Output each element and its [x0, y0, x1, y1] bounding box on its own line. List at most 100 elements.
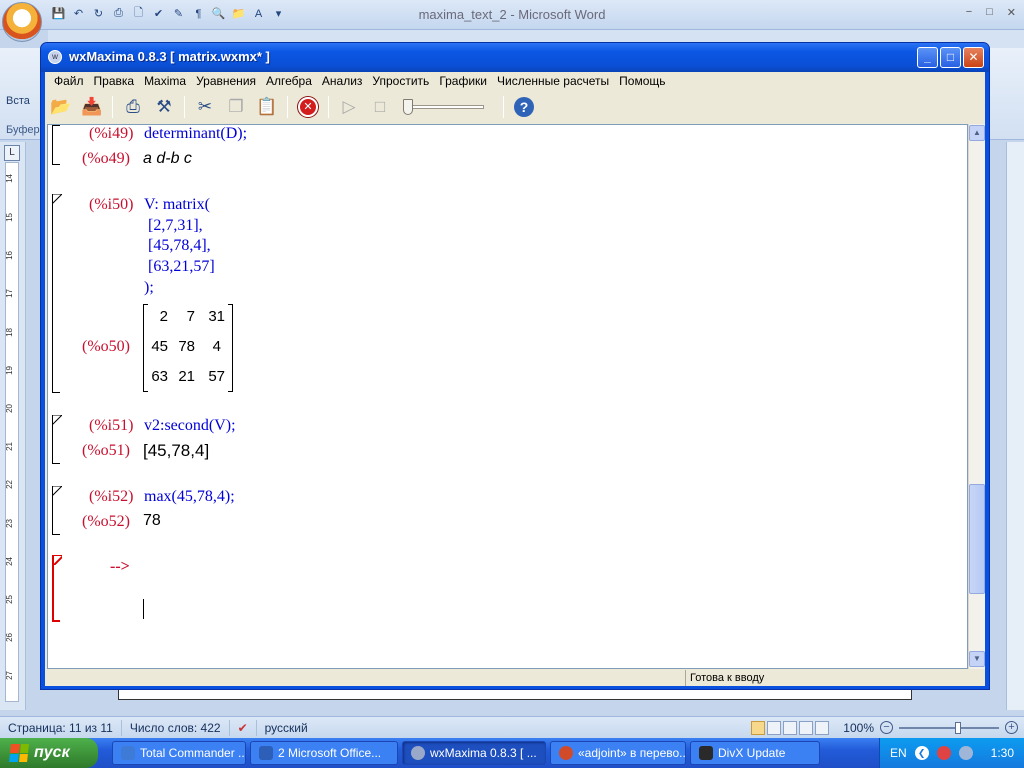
input-expression[interactable]: max(45,78,4);: [144, 488, 235, 506]
office-button[interactable]: [2, 2, 42, 42]
status-page[interactable]: Страница: 11 из 11: [0, 719, 122, 736]
zoom-slider[interactable]: [899, 721, 999, 734]
zoom-in-icon[interactable]: +: [1005, 721, 1018, 734]
menu-bar: Файл Правка Maxima Уравнения Алгебра Ана…: [45, 72, 985, 90]
animation-slider[interactable]: [403, 99, 484, 115]
save-icon[interactable]: 📥: [79, 94, 105, 120]
matrix-cell: 31: [208, 308, 225, 325]
menu-file[interactable]: Файл: [49, 72, 89, 90]
maximize-button[interactable]: □: [940, 47, 961, 68]
matrix-bracket-right: [228, 304, 233, 392]
wxmaxima-title-bar[interactable]: w wxMaxima 0.8.3 [ matrix.wxmx* ] _ □ ✕: [41, 43, 989, 72]
stop-icon[interactable]: □: [367, 94, 393, 120]
menu-equations[interactable]: Уравнения: [191, 72, 261, 90]
input-label: (%i50): [89, 196, 134, 213]
menu-numeric[interactable]: Численные расчеты: [492, 72, 614, 90]
restore-icon[interactable]: □: [986, 6, 993, 19]
worksheet-scrollbar[interactable]: ▲ ▼: [968, 124, 985, 669]
print-layout-icon[interactable]: [751, 720, 766, 735]
copy-icon[interactable]: ❐: [223, 94, 249, 120]
close-icon[interactable]: ✕: [1007, 6, 1016, 19]
ruler-number: 27: [5, 671, 14, 680]
wxmaxima-app-icon[interactable]: w: [48, 50, 62, 64]
scroll-up-button[interactable]: ▲: [969, 125, 985, 141]
menu-maxima[interactable]: Maxima: [139, 72, 191, 90]
tray-arrow-icon[interactable]: ❮: [914, 746, 929, 760]
full-screen-icon[interactable]: [767, 720, 782, 735]
status-language[interactable]: русский: [257, 720, 316, 736]
scrollbar-thumb[interactable]: [969, 484, 985, 594]
word-icon: [259, 746, 273, 760]
ruler-number: 24: [5, 557, 14, 566]
tray-language[interactable]: EN: [890, 746, 907, 760]
zoom-out-icon[interactable]: −: [880, 721, 893, 734]
ruler-number: 20: [5, 404, 14, 413]
input-line[interactable]: );: [144, 279, 154, 297]
help-icon[interactable]: ?: [511, 94, 537, 120]
ruler-number: 21: [5, 442, 14, 451]
minimize-icon[interactable]: −: [966, 6, 972, 19]
task-browser[interactable]: «adjoint» в перево...: [550, 741, 686, 765]
minimize-button[interactable]: _: [917, 47, 938, 68]
active-cell-bracket[interactable]: [52, 555, 60, 622]
tray-clock[interactable]: 1:30: [991, 746, 1014, 760]
wxmaxima-window: w wxMaxima 0.8.3 [ matrix.wxmx* ] _ □ ✕ …: [40, 42, 990, 690]
menu-edit[interactable]: Правка: [89, 72, 140, 90]
output-label: (%o51): [82, 442, 130, 459]
interrupt-icon[interactable]: ✕: [295, 94, 321, 120]
preferences-icon[interactable]: ⚒: [151, 94, 177, 120]
input-line[interactable]: [63,21,57]: [144, 258, 215, 276]
cell-bracket[interactable]: [52, 194, 60, 393]
cell-bracket[interactable]: [52, 125, 60, 165]
spellcheck-icon[interactable]: ✔: [230, 719, 257, 736]
system-tray: EN ❮ 1:30: [878, 738, 1024, 768]
cell-bracket[interactable]: [52, 486, 60, 535]
input-line[interactable]: [2,7,31],: [144, 217, 203, 235]
ruler-number: 19: [5, 366, 14, 375]
input-label: (%i49): [89, 125, 134, 142]
total-commander-icon: [121, 746, 135, 760]
toolbar-separator: [503, 96, 504, 118]
paste-button-label[interactable]: Вста: [6, 95, 30, 107]
task-divx[interactable]: DivX Update: [690, 741, 820, 765]
input-line[interactable]: V: matrix(: [144, 196, 210, 214]
worksheet[interactable]: (%i49) determinant(D); (%o49) a d-b c (%…: [47, 124, 968, 669]
input-expression[interactable]: v2:second(V);: [144, 417, 236, 435]
cell-bracket[interactable]: [52, 415, 60, 464]
task-label: Total Commander ...: [140, 746, 246, 760]
clipboard-group-label: Буфер: [6, 124, 40, 136]
word-scrollbar[interactable]: [1006, 142, 1024, 710]
menu-algebra[interactable]: Алгебра: [261, 72, 317, 90]
tray-app-icon[interactable]: [936, 746, 951, 760]
zoom-slider-thumb[interactable]: [955, 721, 961, 734]
cut-icon[interactable]: ✂: [192, 94, 218, 120]
input-expression[interactable]: determinant(D);: [144, 125, 247, 143]
start-button[interactable]: пуск: [0, 738, 98, 768]
task-label: 2 Microsoft Office...: [278, 746, 382, 760]
text-cursor: [143, 599, 144, 619]
menu-simplify[interactable]: Упростить: [367, 72, 434, 90]
print-icon[interactable]: ⎙: [120, 94, 146, 120]
task-ms-office[interactable]: 2 Microsoft Office...: [250, 741, 398, 765]
menu-calculus[interactable]: Анализ: [317, 72, 368, 90]
task-wxmaxima[interactable]: wxMaxima 0.8.3 [ ...: [402, 741, 546, 765]
draft-icon[interactable]: [815, 720, 830, 735]
task-total-commander[interactable]: Total Commander ...: [112, 741, 246, 765]
outline-icon[interactable]: [799, 720, 814, 735]
menu-help[interactable]: Помощь: [614, 72, 670, 90]
play-icon[interactable]: ▷: [336, 94, 362, 120]
status-words[interactable]: Число слов: 422: [122, 719, 230, 736]
tab-selector[interactable]: L: [4, 145, 20, 161]
close-button[interactable]: ✕: [963, 47, 984, 68]
ruler-number: 16: [5, 251, 14, 260]
web-layout-icon[interactable]: [783, 720, 798, 735]
scroll-down-button[interactable]: ▼: [969, 651, 985, 667]
input-line[interactable]: [45,78,4],: [144, 237, 211, 255]
matrix-cell: 2: [159, 308, 168, 325]
open-folder-icon[interactable]: 📂: [48, 94, 74, 120]
paste-icon[interactable]: 📋: [254, 94, 280, 120]
slider-thumb[interactable]: [403, 99, 413, 115]
zoom-level[interactable]: 100%: [843, 721, 874, 735]
menu-plot[interactable]: Графики: [434, 72, 492, 90]
tray-network-icon[interactable]: [958, 746, 973, 760]
